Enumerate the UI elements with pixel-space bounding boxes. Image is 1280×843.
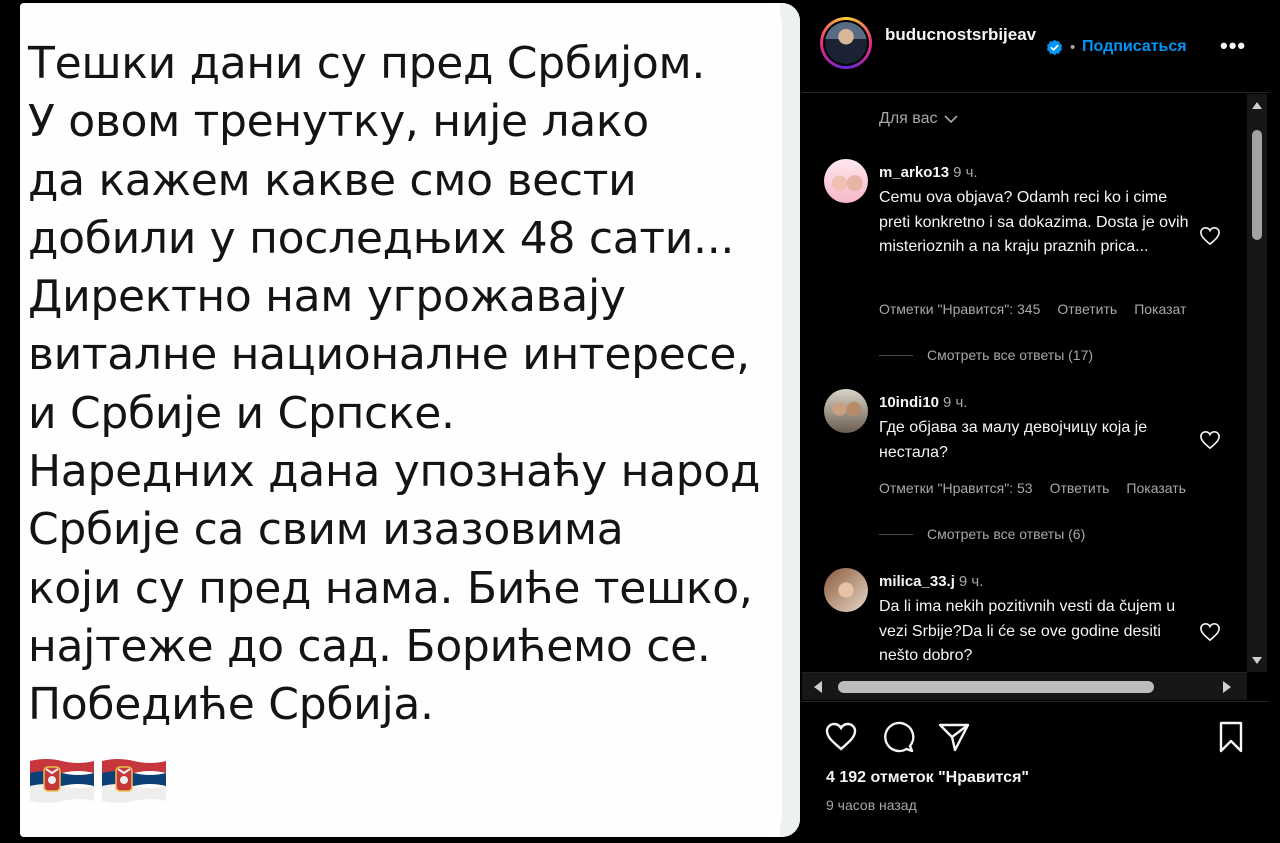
follow-button[interactable]: Подписаться xyxy=(1082,38,1187,56)
heart-icon[interactable] xyxy=(1199,226,1221,246)
comment-likes[interactable]: Отметки "Нравится": 53 xyxy=(879,480,1033,496)
comment-text: Cemu ova objava? Odamh reci ko i cime pr… xyxy=(879,189,1189,255)
translate-button[interactable]: Показат xyxy=(1134,301,1186,317)
post-line: Директно нам угрожавају xyxy=(28,271,626,323)
vertical-scrollbar[interactable] xyxy=(1247,94,1267,672)
view-replies-button[interactable]: Смотреть все ответы (6) xyxy=(879,526,1085,542)
more-options-button[interactable]: ••• xyxy=(1220,33,1246,59)
likes-count[interactable]: 4 192 отметок "Нравится" xyxy=(826,769,1029,787)
avatar-image xyxy=(825,22,867,64)
reply-button[interactable]: Ответить xyxy=(1057,301,1117,317)
post-line: најтеже до сад. Борићемо се. xyxy=(28,620,711,672)
post-header: buducnostsrbijeav • Подписаться ••• xyxy=(802,3,1269,93)
scrollbar-thumb[interactable] xyxy=(1252,130,1262,240)
heart-icon[interactable] xyxy=(1199,622,1221,642)
flags-row xyxy=(28,755,168,807)
translate-button[interactable]: Показать xyxy=(1126,480,1186,496)
comment-username[interactable]: milica_33.j 9 ч. xyxy=(879,573,983,590)
comment-icon[interactable] xyxy=(881,720,915,754)
post-timestamp[interactable]: 9 часов назад xyxy=(826,797,917,813)
share-icon[interactable] xyxy=(937,720,971,754)
post-line: Тешки дани су пред Србијом. xyxy=(28,38,706,89)
post-line: који су пред нама. Биће тешко, xyxy=(28,562,753,614)
post-line: Србије са свим изазовима xyxy=(28,504,624,556)
comment-text: Da li ima nekih pozitivnih vesti da čuje… xyxy=(879,598,1176,664)
bookmark-icon[interactable] xyxy=(1214,720,1248,754)
post-line: Победиће Србија. xyxy=(28,679,434,731)
scroll-left-arrow-icon[interactable] xyxy=(814,681,822,693)
comment-actions: Отметки "Нравится": 53 Ответить Показать xyxy=(879,480,1186,496)
heart-icon[interactable] xyxy=(1199,430,1221,450)
sidebar-panel: buducnostsrbijeav • Подписаться ••• Для … xyxy=(802,3,1269,837)
post-line: и Србије и Српске. xyxy=(28,387,455,439)
like-heart-icon[interactable] xyxy=(824,720,858,754)
post-text: Тешки дани су пред Србијом. У овом трену… xyxy=(28,35,778,735)
serbia-flag-icon xyxy=(102,759,166,803)
scroll-up-arrow-icon[interactable] xyxy=(1252,102,1262,109)
comment-avatar[interactable] xyxy=(824,159,868,203)
post-line: да кажем какве смо вести xyxy=(28,154,637,206)
serbia-flag-icon xyxy=(30,759,94,803)
comment-username[interactable]: m_arko13 9 ч. xyxy=(879,164,978,181)
view-replies-button[interactable]: Смотреть все ответы (17) xyxy=(879,347,1093,363)
post-actions-bar: 4 192 отметок "Нравится" 9 часов назад xyxy=(802,701,1269,837)
comment-avatar[interactable] xyxy=(824,389,868,433)
comment-time: 9 ч. xyxy=(958,573,984,590)
post-line: добили у последњих 48 сати... xyxy=(28,212,735,264)
comments-list[interactable]: Для вас m_arko13 9 ч. Cemu ova objava? Od… xyxy=(802,94,1269,672)
post-line: Наредних дана упознаћу народ xyxy=(28,446,761,498)
separator-dot: • xyxy=(1070,39,1076,56)
verified-badge-icon xyxy=(1046,39,1063,56)
comment-likes[interactable]: Отметки "Нравится": 345 xyxy=(879,301,1040,317)
comments-filter-label: Для вас xyxy=(879,110,938,127)
comments-filter-dropdown[interactable]: Для вас xyxy=(879,110,958,128)
post-sidebar: buducnostsrbijeav • Подписаться ••• Для … xyxy=(800,0,1280,843)
avatar[interactable] xyxy=(820,17,872,69)
horizontal-scrollbar[interactable] xyxy=(802,672,1247,700)
comment-time: 9 ч. xyxy=(943,394,968,411)
post-image-edge xyxy=(780,3,800,837)
post-line: виталне националне интересе, xyxy=(28,329,750,381)
comment-text: Где објава за малу девојчицу која је нес… xyxy=(879,419,1148,461)
post-image: Тешки дани су пред Србијом. У овом трену… xyxy=(20,3,800,837)
scroll-down-arrow-icon[interactable] xyxy=(1252,657,1262,664)
scrollbar-thumb[interactable] xyxy=(838,681,1154,693)
scroll-right-arrow-icon[interactable] xyxy=(1223,681,1231,693)
reply-button[interactable]: Ответить xyxy=(1050,480,1110,496)
post-line: У овом тренутку, није лако xyxy=(28,96,649,148)
chevron-down-icon xyxy=(943,115,958,124)
comment-username[interactable]: 10indi10 9 ч. xyxy=(879,394,968,411)
comment-avatar[interactable] xyxy=(824,568,868,612)
username-link[interactable]: buducnostsrbijeav xyxy=(885,23,1040,47)
comment-time: 9 ч. xyxy=(953,164,978,181)
comment-actions: Отметки "Нравится": 345 Ответить Показат xyxy=(879,301,1186,317)
